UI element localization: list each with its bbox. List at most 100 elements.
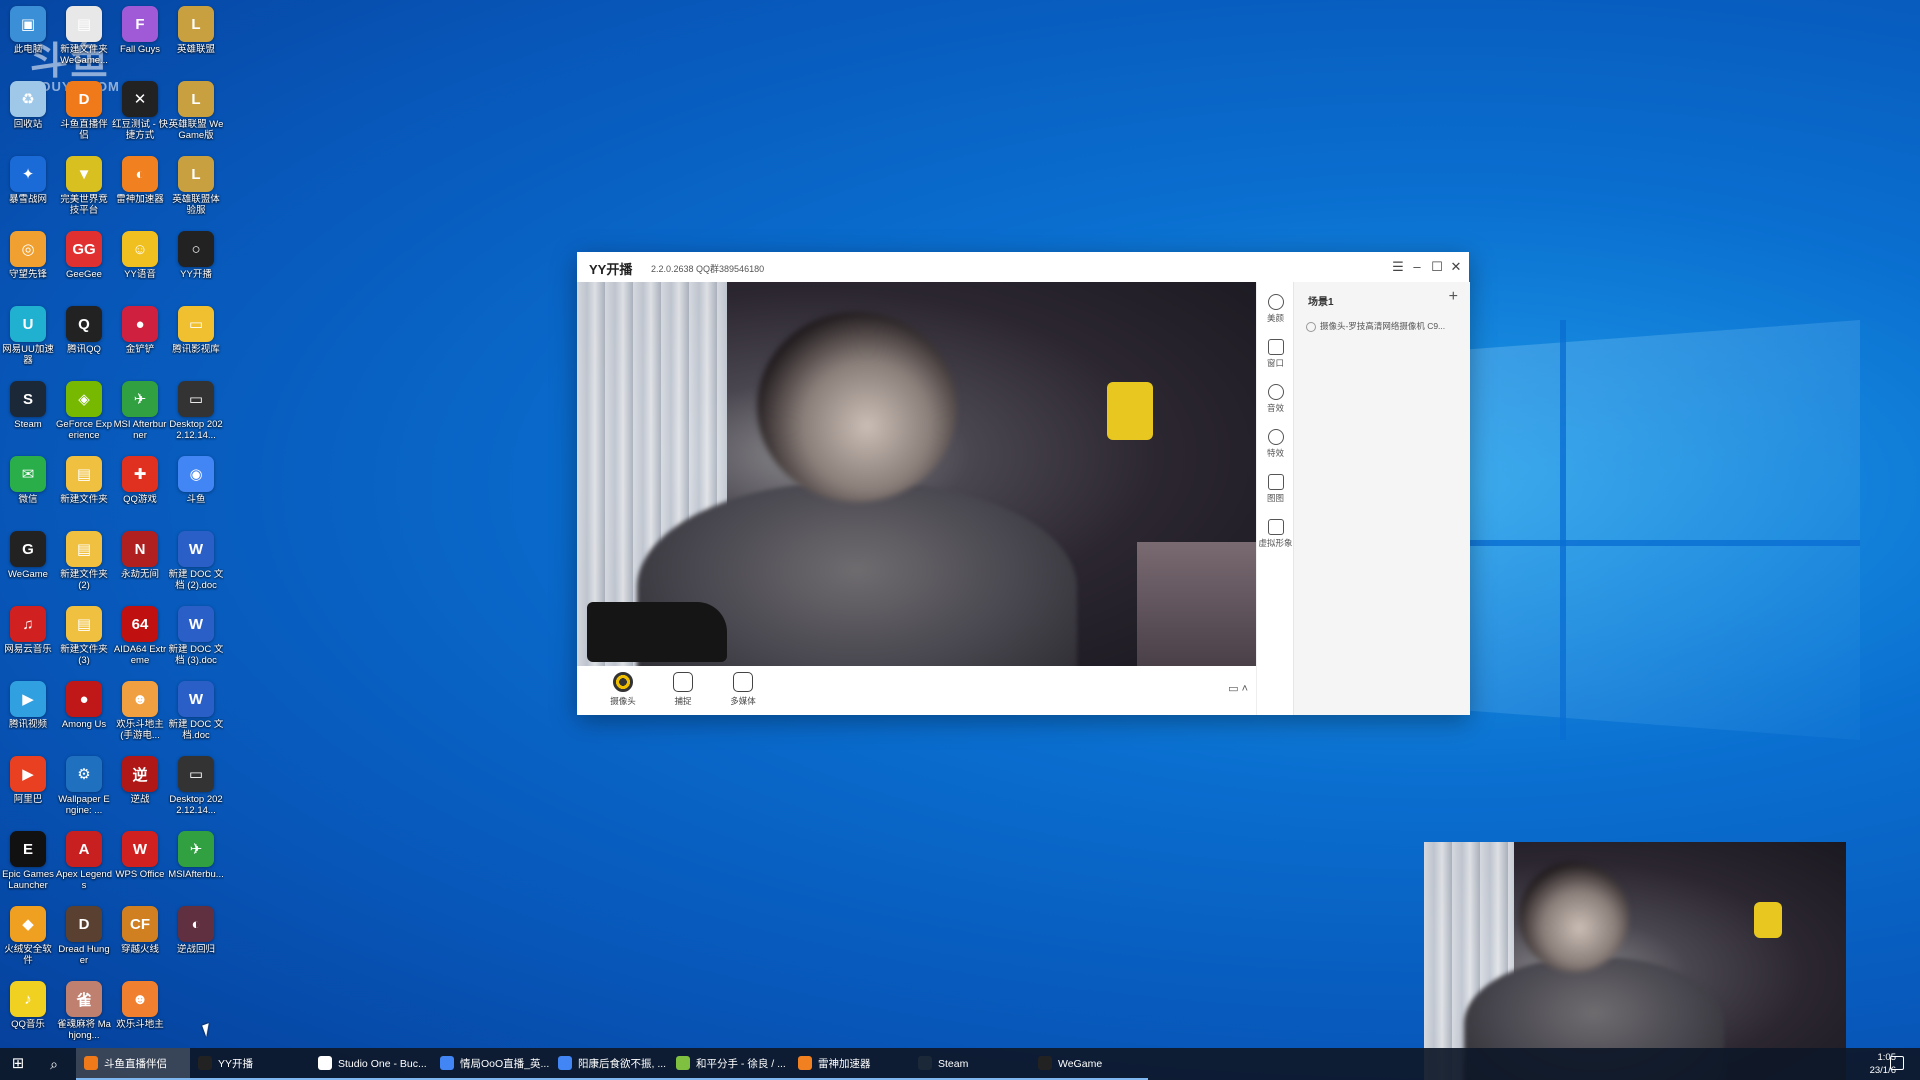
desktop-icon[interactable]: Q 腾讯QQ bbox=[56, 302, 112, 374]
desktop-icon[interactable]: ◐ 雷神加速器 bbox=[112, 152, 168, 224]
desktop-icon[interactable]: ☺ YY语音 bbox=[112, 227, 168, 299]
desktop-icon[interactable]: ◈ GeForce Experience bbox=[56, 377, 112, 449]
desktop-icon[interactable]: W WPS Office bbox=[112, 827, 168, 899]
scene-name[interactable]: 场景1 bbox=[1308, 293, 1334, 308]
desktop-icon[interactable]: A Apex Legends bbox=[56, 827, 112, 899]
tool-image[interactable]: 图图 bbox=[1257, 474, 1294, 504]
visibility-icon[interactable] bbox=[1306, 321, 1316, 332]
desktop-icon-label: Apex Legends bbox=[56, 869, 112, 891]
tool-window[interactable]: 窗口 bbox=[1257, 339, 1294, 369]
desktop-icon[interactable]: ▭ Desktop 2022.12.14... bbox=[168, 377, 224, 449]
desktop-icon[interactable]: 雀雀魂麻将 Mahjong... bbox=[56, 977, 112, 1049]
desktop-icon[interactable]: ✈ MSIAfterbu... bbox=[168, 827, 224, 899]
desktop-icon[interactable]: ✕ 红豆测试 - 快捷方式 bbox=[112, 77, 168, 149]
scene-panel: 场景1 + 摄像头-罗技高清网络摄像机 C9... bbox=[1293, 282, 1470, 715]
desktop-icon[interactable]: ▼ 完美世界竞技平台 bbox=[56, 152, 112, 224]
desktop-icon[interactable]: ● Among Us bbox=[56, 677, 112, 749]
taskbar-item[interactable]: 阳康后食欲不振, ... bbox=[550, 1048, 668, 1080]
camera-preview[interactable] bbox=[577, 282, 1256, 666]
desktop-icon[interactable]: L 英雄联盟 bbox=[168, 2, 224, 74]
capture-button[interactable]: 捕捉 bbox=[663, 672, 703, 707]
desktop-icon[interactable]: L 英雄联盟 WeGame版 bbox=[168, 77, 224, 149]
clock[interactable]: 1:05 23/1/6 bbox=[1840, 1051, 1896, 1077]
tool-beauty[interactable]: 美颜 bbox=[1257, 294, 1294, 324]
desktop-icon[interactable]: ☻ 欢乐斗地主 bbox=[112, 977, 168, 1049]
desktop-icon[interactable]: ♫ 网易云音乐 bbox=[0, 602, 56, 674]
desktop-icon[interactable]: ◆ 火绒安全软件 bbox=[0, 902, 56, 974]
desktop-icon[interactable]: G WeGame bbox=[0, 527, 56, 599]
desktop-icon[interactable]: ▣ 此电脑 bbox=[0, 2, 56, 74]
desktop-icon[interactable]: W 新建 DOC 文档 (2).doc bbox=[168, 527, 224, 599]
desktop-icon[interactable]: GG GeeGee bbox=[56, 227, 112, 299]
desktop-icon-label: 红豆测试 - 快捷方式 bbox=[112, 119, 168, 141]
taskbar-item-label: Steam bbox=[938, 1058, 969, 1070]
tool-audio[interactable]: 音效 bbox=[1257, 384, 1294, 414]
desktop-icon[interactable]: ▶ 腾讯视频 bbox=[0, 677, 56, 749]
desktop-icon[interactable]: ◉ 斗鱼 bbox=[168, 452, 224, 524]
desktop-icon[interactable]: ● 金铲铲 bbox=[112, 302, 168, 374]
search-icon[interactable]: ⌕ bbox=[36, 1048, 72, 1080]
app-icon: N bbox=[122, 531, 158, 567]
app-icon: L bbox=[178, 6, 214, 42]
desktop-icon[interactable]: U 网易UU加速器 bbox=[0, 302, 56, 374]
desktop-icon[interactable]: ▤ 新建文件夹 bbox=[56, 452, 112, 524]
desktop-icon[interactable]: ▭ Desktop 2022.12.14... bbox=[168, 752, 224, 824]
desktop-icon[interactable]: D 斗鱼直播伴侣 bbox=[56, 77, 112, 149]
desktop-icon[interactable]: ○ YY开播 bbox=[168, 227, 224, 299]
desktop-icon[interactable]: ✦ 暴雪战网 bbox=[0, 152, 56, 224]
desktop-icon[interactable]: ▶ 阿里巴 bbox=[0, 752, 56, 824]
source-item[interactable]: 摄像头-罗技高清网络摄像机 C9... bbox=[1306, 320, 1464, 332]
desktop-icon[interactable]: N 永劫无间 bbox=[112, 527, 168, 599]
desktop-icon[interactable]: W 新建 DOC 文档.doc bbox=[168, 677, 224, 749]
menu-icon[interactable]: ☰ bbox=[1389, 258, 1407, 276]
close-button[interactable]: ✕ bbox=[1447, 258, 1465, 276]
desktop-icon[interactable]: L 英雄联盟体验服 bbox=[168, 152, 224, 224]
desktop-icon[interactable]: W 新建 DOC 文档 (3).doc bbox=[168, 602, 224, 674]
desktop-icon[interactable]: ▤ 新建文件夹 (2) bbox=[56, 527, 112, 599]
desktop-icon-label: 新建文件夹 (2) bbox=[60, 569, 108, 591]
desktop-icon[interactable]: F Fall Guys bbox=[112, 2, 168, 74]
taskbar-item[interactable]: 斗鱼直播伴侣 bbox=[76, 1048, 190, 1080]
minimize-button[interactable]: – bbox=[1408, 258, 1426, 276]
desktop-icon[interactable]: ◎ 守望先锋 bbox=[0, 227, 56, 299]
start-button[interactable]: ⊞ bbox=[0, 1048, 36, 1080]
taskbar-item[interactable]: Steam bbox=[910, 1048, 1030, 1080]
yy-titlebar[interactable]: YY开播 2.2.0.2638 QQ群389546180 ☰ – ☐ ✕ bbox=[577, 252, 1469, 282]
taskbar-item[interactable]: Studio One - Buc... bbox=[310, 1048, 432, 1080]
app-icon bbox=[558, 1056, 572, 1071]
desktop-icon[interactable]: CF 穿越火线 bbox=[112, 902, 168, 974]
desktop-icon[interactable]: ◐ 逆战回归 bbox=[168, 902, 224, 974]
media-button[interactable]: 多媒体 bbox=[723, 672, 763, 707]
desktop-icon[interactable]: ▤ 新建文件夹 (3) bbox=[56, 602, 112, 674]
add-scene-icon[interactable]: + bbox=[1449, 288, 1458, 306]
desktop-icon[interactable]: S Steam bbox=[0, 377, 56, 449]
desktop-icon[interactable]: ▤ 新建文件夹 WeGame... bbox=[56, 2, 112, 74]
desktop-icon[interactable]: ▭ 腾讯影视库 bbox=[168, 302, 224, 374]
video-toggle-icon[interactable]: ▭ ˄ bbox=[1228, 682, 1248, 695]
maximize-button[interactable]: ☐ bbox=[1428, 258, 1446, 276]
desktop-icon[interactable]: ♪ QQ音乐 bbox=[0, 977, 56, 1049]
taskbar-item[interactable]: YY开播 bbox=[190, 1048, 310, 1080]
desktop-icon[interactable]: 64 AIDA64 Extreme bbox=[112, 602, 168, 674]
desktop-icon[interactable]: ⚙ Wallpaper Engine: ... bbox=[56, 752, 112, 824]
app-icon: ● bbox=[66, 681, 102, 717]
taskbar-item[interactable]: 情局OoO直播_英... bbox=[432, 1048, 550, 1080]
desktop-icon[interactable]: ✉ 微信 bbox=[0, 452, 56, 524]
notification-icon[interactable] bbox=[1890, 1056, 1904, 1070]
desktop-icon[interactable]: 逆逆战 bbox=[112, 752, 168, 824]
desktop-icon[interactable]: ✈ MSI Afterburner bbox=[112, 377, 168, 449]
desktop-icon[interactable]: ✚ QQ游戏 bbox=[112, 452, 168, 524]
app-icon: ◆ bbox=[10, 906, 46, 942]
app-icon: ☻ bbox=[122, 681, 158, 717]
taskbar-item[interactable]: 雷神加速器 bbox=[790, 1048, 910, 1080]
taskbar-item[interactable]: WeGame bbox=[1030, 1048, 1148, 1080]
desktop-icon[interactable]: ☻ 欢乐斗地主(手游电... bbox=[112, 677, 168, 749]
camera-button[interactable]: 摄像头 bbox=[603, 672, 643, 707]
desktop-icon[interactable]: D Dread Hunger bbox=[56, 902, 112, 974]
tool-avatar[interactable]: 虚拟形象 bbox=[1257, 519, 1294, 549]
desktop-icon[interactable]: ♻ 回收站 bbox=[0, 77, 56, 149]
tool-effects[interactable]: 特效 bbox=[1257, 429, 1294, 459]
taskbar-item[interactable]: 和平分手 - 徐良 / ... bbox=[668, 1048, 790, 1080]
desktop-icon-label: 永劫无间 bbox=[120, 569, 159, 580]
desktop-icon[interactable]: E Epic Games Launcher bbox=[0, 827, 56, 899]
